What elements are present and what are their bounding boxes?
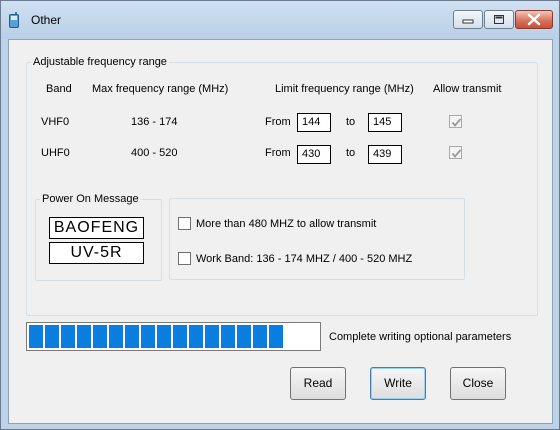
progress-segment [157, 325, 171, 348]
maximize-button[interactable] [484, 10, 514, 29]
progress-segment [205, 325, 219, 348]
close-button[interactable]: Close [450, 367, 506, 400]
uhf0-allow-transmit-checkbox[interactable] [449, 146, 462, 159]
more-than-480-checkbox[interactable] [178, 217, 191, 230]
write-progress-bar [26, 322, 321, 351]
checkmark-icon [451, 149, 462, 158]
minimize-icon [462, 19, 474, 24]
checkmark-icon [451, 118, 462, 127]
progress-segment [109, 325, 123, 348]
progress-segment [45, 325, 59, 348]
work-band-label[interactable]: Work Band: 136 - 174 MHZ / 400 - 520 MHZ [196, 253, 412, 265]
progress-segment [221, 325, 235, 348]
header-max-range: Max frequency range (MHz) [92, 83, 229, 95]
title-bar[interactable]: Other [1, 1, 559, 39]
header-band: Band [46, 83, 72, 95]
progress-segment [125, 325, 139, 348]
progress-segment [253, 325, 267, 348]
max-range-uhf0: 400 - 520 [131, 147, 178, 159]
progress-segment [77, 325, 91, 348]
to-label-vhf0: to [346, 116, 356, 128]
progress-segment [93, 325, 107, 348]
close-icon [527, 13, 541, 26]
options-group [169, 198, 465, 280]
max-range-vhf0: 136 - 174 [131, 116, 178, 128]
write-button[interactable]: Write [370, 367, 426, 400]
power-on-line2-input[interactable]: UV-5R [49, 242, 144, 264]
minimize-button[interactable] [453, 10, 483, 29]
frequency-range-legend: Adjustable frequency range [33, 56, 167, 68]
header-limit-range: Limit frequency range (MHz) [275, 83, 414, 95]
power-on-message-legend: Power On Message [42, 193, 139, 205]
from-label-uhf0: From [265, 147, 291, 159]
progress-segment [29, 325, 43, 348]
read-button[interactable]: Read [290, 367, 346, 400]
from-label-vhf0: From [265, 116, 291, 128]
band-vhf0: VHF0 [41, 116, 70, 128]
window-title: Other [31, 13, 62, 27]
dialog-body: Adjustable frequency range Band Max freq… [8, 39, 553, 424]
power-on-line1-input[interactable]: BAOFENG [49, 217, 144, 239]
uhf0-to-input[interactable]: 439 [368, 145, 402, 164]
vhf0-from-input[interactable]: 144 [297, 113, 331, 132]
progress-segment [237, 325, 251, 348]
other-window: Other Adjustable frequency range Band Ma… [0, 0, 560, 430]
progress-segment [269, 325, 283, 348]
uhf0-from-input[interactable]: 430 [297, 145, 331, 164]
progress-segment [189, 325, 203, 348]
work-band-checkbox[interactable] [178, 252, 191, 265]
to-label-uhf0: to [346, 147, 356, 159]
progress-segment [141, 325, 155, 348]
close-window-button[interactable] [515, 10, 553, 29]
progress-segment [173, 325, 187, 348]
more-than-480-label[interactable]: More than 480 MHZ to allow transmit [196, 218, 376, 230]
header-allow-transmit: Allow transmit [433, 83, 502, 95]
progress-status-text: Complete writing optional parameters [329, 331, 512, 343]
vhf0-to-input[interactable]: 145 [368, 113, 402, 132]
radio-icon [9, 12, 19, 28]
maximize-icon [494, 15, 504, 24]
vhf0-allow-transmit-checkbox[interactable] [449, 115, 462, 128]
band-uhf0: UHF0 [41, 147, 70, 159]
progress-segment [61, 325, 75, 348]
